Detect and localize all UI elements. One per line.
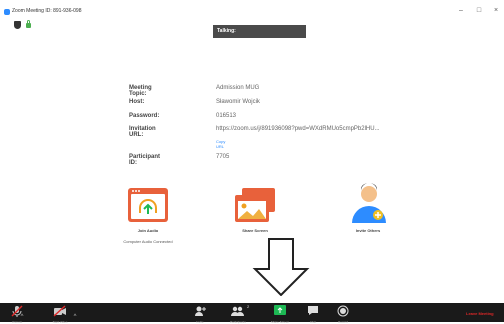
participant-id-label: Participant ID: xyxy=(129,154,161,166)
participant-id-value: 7705 xyxy=(216,154,230,160)
share-screen-icon xyxy=(235,188,275,222)
lock-icon[interactable] xyxy=(26,20,31,28)
join-audio-label: Join Audio xyxy=(137,228,159,233)
meeting-topic-value: Admission MUG xyxy=(216,85,260,91)
join-audio-status: Computer Audio Connected xyxy=(123,239,173,244)
host-value: Sławomir Wojcik xyxy=(216,99,260,105)
video-options-caret[interactable]: ^ xyxy=(70,305,80,323)
record-label: Record xyxy=(338,320,348,324)
invite-others-icon xyxy=(352,183,386,223)
chat-icon xyxy=(308,306,318,315)
share-screen-arrow-icon xyxy=(274,305,286,315)
chevron-up-icon: ^ xyxy=(20,314,24,320)
zoom-app-icon xyxy=(4,9,10,15)
talking-indicator: Talking: xyxy=(213,25,306,38)
invitation-url-label: Invitation URL: xyxy=(129,126,156,138)
add-person-icon xyxy=(195,306,206,316)
minimize-button[interactable]: – xyxy=(456,6,466,16)
audio-options-caret[interactable]: ^ xyxy=(17,305,27,323)
leave-meeting-button[interactable]: Leave Meeting xyxy=(466,311,494,316)
participants-icon xyxy=(231,306,244,316)
password-label: Password: xyxy=(129,113,160,119)
invitation-url-value: https://zoom.us/j/891936098?pwd=WXdRMUo5… xyxy=(216,126,380,132)
chat-label: Chat xyxy=(309,320,317,324)
video-off-icon xyxy=(53,305,66,317)
copy-url-link[interactable]: Copy URL xyxy=(216,139,225,149)
join-audio-icon xyxy=(128,188,168,222)
participants-button[interactable]: 2 Participants xyxy=(227,304,250,324)
record-button[interactable]: Record xyxy=(332,305,354,324)
participants-count: 2 xyxy=(247,304,250,309)
chevron-up-icon: ^ xyxy=(73,314,77,320)
participants-label: Participants xyxy=(230,320,246,324)
window-title: Zoom Meeting ID: 891-936-098 xyxy=(12,8,82,14)
close-button[interactable]: × xyxy=(491,6,501,16)
password-value: 016513 xyxy=(216,113,237,119)
share-screen-label: Share Screen xyxy=(242,228,268,233)
chat-button[interactable]: Chat xyxy=(302,305,324,324)
host-label: Host: xyxy=(129,99,145,105)
invite-others-label: Invite Others xyxy=(355,228,381,233)
share-screen-button[interactable]: Share Screen xyxy=(269,305,291,324)
meeting-controls-bar: Unmute ^ Start Video ^ Invite 2 Particip… xyxy=(0,303,504,324)
shield-icon[interactable] xyxy=(14,21,21,29)
invite-label: Invite xyxy=(196,320,204,324)
invite-button[interactable]: Invite xyxy=(189,305,211,324)
down-arrow-icon xyxy=(252,238,310,296)
maximize-button[interactable]: □ xyxy=(474,6,484,16)
share-screen-bar-label: Share Screen xyxy=(270,320,290,324)
window-titlebar: Zoom Meeting ID: 891-936-098 – □ × xyxy=(0,0,504,20)
start-video-button[interactable]: Start Video xyxy=(49,305,71,324)
record-icon xyxy=(337,305,349,317)
meeting-topic-label: Meeting Topic: xyxy=(129,85,152,97)
